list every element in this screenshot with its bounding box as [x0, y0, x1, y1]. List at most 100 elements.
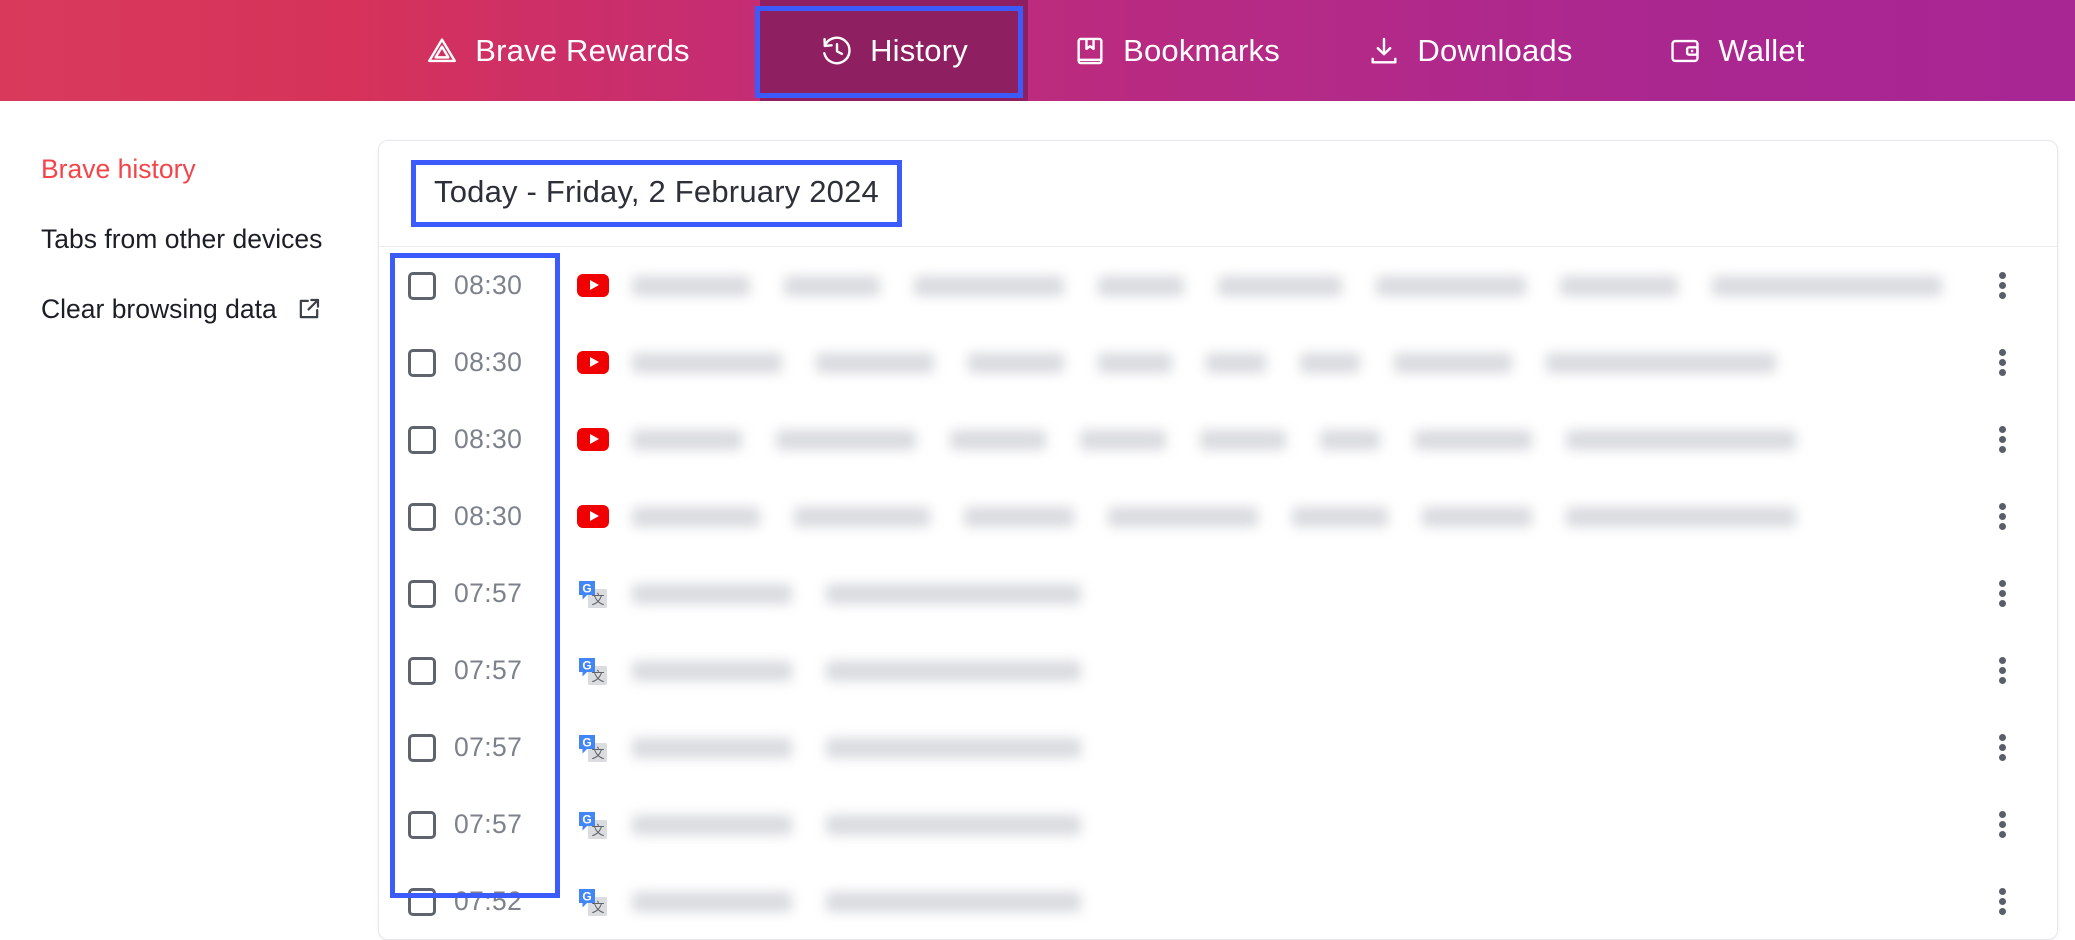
redacted-text: [632, 660, 792, 681]
kebab-menu-icon[interactable]: [1947, 500, 2057, 533]
tab-history[interactable]: History: [760, 0, 1028, 101]
row-checkbox[interactable]: [407, 425, 436, 454]
row-time: 07:52: [454, 886, 523, 916]
svg-text:文: 文: [591, 900, 604, 915]
redacted-text: [632, 737, 792, 758]
row-page-title-and-url[interactable]: [632, 429, 1947, 450]
kebab-dot: [1998, 503, 2006, 510]
row-page-title-and-url[interactable]: [632, 275, 1947, 296]
tab-bookmarks[interactable]: Bookmarks: [1028, 0, 1325, 101]
topbar-tab-list: Brave Rewards History Bookmarks Download…: [355, 0, 2075, 101]
sidebar-item-tabs-from-other-devices[interactable]: Tabs from other devices: [0, 204, 378, 274]
kebab-dot: [1998, 811, 2006, 818]
date-heading-highlight-box: Today - Friday, 2 February 2024: [411, 160, 902, 227]
kebab-dot: [1998, 590, 2006, 597]
history-row-list: 08:30 08:30 08:30 08:30 07:57 G 文 07:57 G 文 07:57 G…: [379, 247, 2057, 939]
youtube-icon: [554, 274, 632, 297]
redacted-text: [1320, 429, 1380, 450]
kebab-dot: [1998, 734, 2006, 741]
history-row[interactable]: 07:52 G 文: [379, 863, 2057, 939]
redacted-text: [826, 737, 1081, 758]
sidebar-item-label: Brave history: [41, 153, 196, 184]
row-checkbox[interactable]: [407, 271, 436, 300]
history-row[interactable]: 07:57 G 文: [379, 632, 2057, 709]
redacted-text: [784, 275, 880, 296]
redacted-text: [794, 506, 930, 527]
sidebar-item-brave-history[interactable]: Brave history: [0, 134, 378, 204]
svg-text:G: G: [582, 581, 591, 595]
row-page-title-and-url[interactable]: [632, 660, 1947, 681]
kebab-dot: [1998, 369, 2006, 376]
row-checkbox[interactable]: [407, 579, 436, 608]
redacted-text: [826, 660, 1081, 681]
row-checkbox[interactable]: [407, 502, 436, 531]
tab-wallet[interactable]: Wallet: [1615, 0, 1858, 101]
date-header: Today - Friday, 2 February 2024: [379, 141, 2057, 247]
svg-text:文: 文: [591, 746, 604, 761]
tab-downloads[interactable]: Downloads: [1325, 0, 1615, 101]
row-time: 07:57: [454, 578, 523, 608]
redacted-text: [1546, 352, 1776, 373]
history-row[interactable]: 08:30: [379, 401, 2057, 478]
history-row[interactable]: 07:57 G 文: [379, 555, 2057, 632]
history-row[interactable]: 07:57 G 文: [379, 709, 2057, 786]
sidebar: Brave history Tabs from other devices Cl…: [0, 101, 378, 917]
row-checkbox-cell: [379, 271, 454, 300]
kebab-dot: [1998, 272, 2006, 279]
row-page-title-and-url[interactable]: [632, 583, 1947, 604]
kebab-menu-icon[interactable]: [1947, 269, 2057, 302]
history-row[interactable]: 07:57 G 文: [379, 786, 2057, 863]
youtube-icon: [554, 505, 632, 528]
google-translate-icon: G文: [554, 577, 632, 611]
redacted-text: [1108, 506, 1258, 527]
row-time: 07:57: [454, 809, 523, 839]
redacted-text: [826, 583, 1081, 604]
youtube-icon: [554, 428, 632, 451]
history-clock-icon: [820, 34, 854, 68]
redacted-text: [632, 891, 792, 912]
kebab-dot: [1998, 580, 2006, 587]
kebab-menu-icon[interactable]: [1947, 885, 2057, 918]
svg-text:G: G: [582, 812, 591, 826]
row-checkbox[interactable]: [407, 887, 436, 916]
sidebar-item-clear-browsing-data[interactable]: Clear browsing data: [0, 274, 378, 344]
redacted-text: [1712, 275, 1942, 296]
kebab-dot: [1998, 446, 2006, 453]
row-checkbox[interactable]: [407, 733, 436, 762]
row-page-title-and-url[interactable]: [632, 737, 1947, 758]
kebab-menu-icon[interactable]: [1947, 808, 2057, 841]
redacted-text: [1218, 275, 1342, 296]
redacted-text: [964, 506, 1074, 527]
kebab-menu-icon[interactable]: [1947, 654, 2057, 687]
history-row[interactable]: 08:30: [379, 324, 2057, 401]
kebab-menu-icon[interactable]: [1947, 577, 2057, 610]
row-page-title-and-url[interactable]: [632, 352, 1947, 373]
sidebar-item-label: Clear browsing data: [41, 293, 277, 324]
google-translate-icon: G文: [554, 654, 632, 688]
kebab-dot: [1998, 657, 2006, 664]
svg-text:G: G: [582, 658, 591, 672]
kebab-dot: [1998, 282, 2006, 289]
youtube-icon: [554, 351, 632, 374]
row-page-title-and-url[interactable]: [632, 506, 1947, 527]
kebab-dot: [1998, 888, 2006, 895]
kebab-menu-icon[interactable]: [1947, 346, 2057, 379]
row-page-title-and-url[interactable]: [632, 891, 1947, 912]
redacted-text: [1566, 429, 1796, 450]
history-row[interactable]: 08:30: [379, 247, 2057, 324]
kebab-menu-icon[interactable]: [1947, 731, 2057, 764]
kebab-menu-icon[interactable]: [1947, 423, 2057, 456]
redacted-text: [1422, 506, 1532, 527]
row-page-title-and-url[interactable]: [632, 814, 1947, 835]
tab-label: Downloads: [1417, 32, 1573, 68]
svg-text:文: 文: [591, 592, 604, 607]
row-checkbox-cell: [379, 887, 454, 916]
history-row[interactable]: 08:30: [379, 478, 2057, 555]
row-checkbox[interactable]: [407, 810, 436, 839]
google-translate-icon: G文: [554, 885, 632, 919]
kebab-dot: [1998, 667, 2006, 674]
tab-brave-rewards[interactable]: Brave Rewards: [355, 0, 760, 101]
row-checkbox[interactable]: [407, 348, 436, 377]
row-checkbox[interactable]: [407, 656, 436, 685]
tab-label: History: [870, 32, 968, 68]
